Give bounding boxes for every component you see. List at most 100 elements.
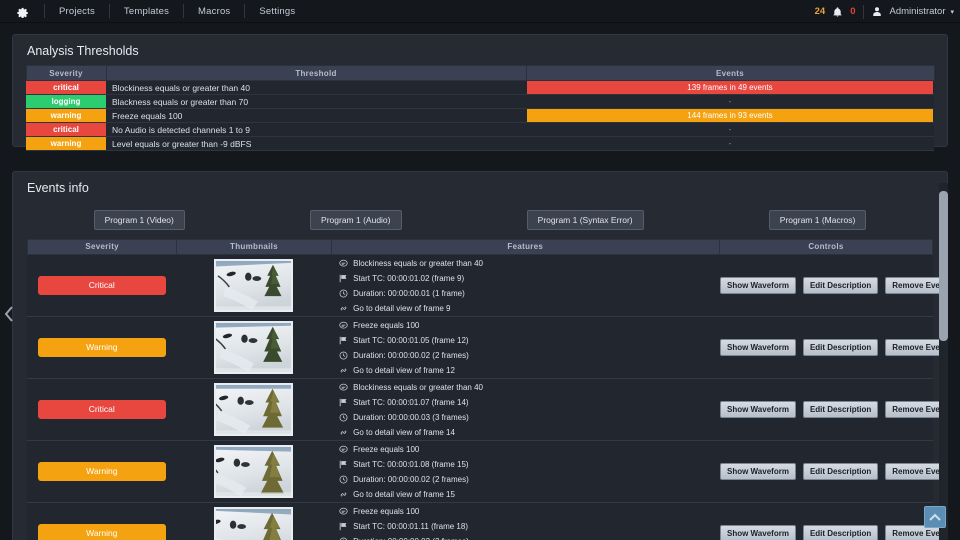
- feature-start-tc: Start TC: 00:00:01.05 (frame 12): [339, 333, 720, 348]
- events-info-panel: Events info Program 1 (Video) Program 1 …: [12, 171, 948, 540]
- status-badge: Warning: [37, 462, 166, 481]
- threshold-events-cell: 139 frames in 49 events: [526, 80, 934, 95]
- table-row: Warning Freeze equals 100 Start TC: 00:0…: [27, 317, 947, 379]
- events-info-title: Events info: [27, 181, 89, 195]
- threshold-row: warning Level equals or greater than -9 d…: [26, 136, 934, 151]
- feature-detail-link[interactable]: Go to detail view of frame 9: [339, 301, 720, 316]
- comment-icon: [339, 321, 348, 328]
- tab-program-1-audio[interactable]: Program 1 (Audio): [310, 210, 402, 230]
- threshold-row: critical No Audio is detected channels 1 …: [26, 122, 934, 137]
- flag-icon: [339, 336, 347, 344]
- threshold-row: logging Blackness equals or greater than …: [26, 94, 934, 109]
- scroll-to-top-button[interactable]: [924, 506, 946, 528]
- thumbnail-image: [216, 385, 292, 434]
- nav-link-templates[interactable]: Templates: [110, 0, 183, 23]
- feature-description: Blockiness equals or greater than 40: [339, 380, 720, 395]
- threshold-events-value: 139 frames in 49 events: [527, 81, 933, 94]
- thumbnail[interactable]: [214, 321, 294, 374]
- threshold-events-cell: 144 frames in 93 events: [526, 108, 934, 123]
- clock-icon: [339, 289, 348, 297]
- events-col-severity: Severity: [28, 240, 178, 254]
- chevron-up-icon: [929, 513, 941, 521]
- table-row: Critical Blockiness equals or greater th…: [27, 255, 947, 317]
- nav-link-settings[interactable]: Settings: [245, 0, 309, 23]
- topnav-right-cluster: 24 0 Administrator ▾: [815, 0, 954, 23]
- clock-icon: [339, 475, 348, 483]
- severity-badge: warning: [26, 109, 106, 122]
- nav-link-projects[interactable]: Projects: [45, 0, 109, 23]
- feature-detail-link[interactable]: Go to detail view of frame 14: [339, 425, 720, 440]
- link-icon: [340, 367, 347, 373]
- user-name[interactable]: Administrator: [890, 6, 946, 17]
- status-badge: Critical: [37, 276, 166, 295]
- feature-detail-link[interactable]: Go to detail view of frame 15: [339, 487, 720, 502]
- chevron-down-icon[interactable]: ▾: [950, 8, 954, 16]
- event-thumbnail-cell[interactable]: [177, 445, 332, 498]
- edit-description-button[interactable]: Edit Description: [802, 277, 879, 294]
- status-badge: Warning: [37, 524, 166, 540]
- event-controls-cell: Show Waveform Edit Description Remove Ev…: [720, 525, 947, 540]
- event-features-cell: Blockiness equals or greater than 40 Sta…: [331, 380, 720, 440]
- flag-icon: [339, 522, 347, 530]
- status-badge: Warning: [37, 338, 166, 357]
- event-features-cell: Blockiness equals or greater than 40 Sta…: [331, 256, 720, 316]
- event-thumbnail-cell[interactable]: [177, 507, 332, 540]
- feature-detail-link[interactable]: Go to detail view of frame 12: [339, 363, 720, 378]
- event-thumbnail-cell[interactable]: [177, 321, 332, 374]
- bell-icon[interactable]: [832, 6, 843, 18]
- thumbnail[interactable]: [214, 445, 294, 498]
- event-controls-cell: Show Waveform Edit Description Remove Ev…: [720, 401, 947, 418]
- chevron-left-icon: [4, 306, 13, 322]
- tab-program-1-syntax-error[interactable]: Program 1 (Syntax Error): [526, 210, 644, 230]
- link-icon: [340, 491, 347, 497]
- analysis-thresholds-panel: Analysis Thresholds Severity Threshold E…: [12, 34, 948, 151]
- threshold-col-severity: Severity: [25, 65, 107, 81]
- events-col-controls: Controls: [808, 242, 844, 251]
- clock-icon: [339, 413, 348, 421]
- event-thumbnail-cell[interactable]: [177, 383, 332, 436]
- thumbnail[interactable]: [214, 383, 294, 436]
- severity-badge: critical: [26, 123, 106, 136]
- event-features-cell: Freeze equals 100 Start TC: 00:00:01.08 …: [331, 442, 720, 502]
- feature-description: Freeze equals 100: [339, 442, 720, 457]
- show-waveform-button[interactable]: Show Waveform: [720, 463, 796, 480]
- tab-program-1-video[interactable]: Program 1 (Video): [93, 210, 185, 230]
- edit-description-button[interactable]: Edit Description: [802, 463, 879, 480]
- event-thumbnail-cell[interactable]: [177, 259, 332, 312]
- feature-duration: Duration: 00:00:00.02 (2 frames): [339, 472, 720, 487]
- show-waveform-button[interactable]: Show Waveform: [720, 339, 796, 356]
- tab-program-1-macros[interactable]: Program 1 (Macros): [768, 210, 867, 230]
- threshold-description: Freeze equals 100: [106, 108, 526, 123]
- nav-link-macros[interactable]: Macros: [184, 0, 244, 23]
- comment-icon: [339, 383, 348, 390]
- threshold-events-cell: -: [526, 136, 934, 151]
- threshold-events-value: -: [728, 125, 732, 134]
- thumbnail[interactable]: [214, 507, 294, 540]
- show-waveform-button[interactable]: Show Waveform: [720, 401, 796, 418]
- threshold-description: Level equals or greater than -9 dBFS: [106, 136, 526, 151]
- edit-description-button[interactable]: Edit Description: [802, 525, 879, 540]
- event-severity-cell: Critical: [27, 400, 177, 419]
- severity-badge: logging: [26, 95, 106, 108]
- nav-links: Projects Templates Macros Settings: [45, 0, 309, 22]
- sidebar-collapse-button[interactable]: [2, 303, 16, 325]
- events-scrollbar-thumb[interactable]: [939, 191, 948, 341]
- feature-start-tc: Start TC: 00:00:01.02 (frame 9): [339, 271, 720, 286]
- comment-icon: [339, 259, 348, 266]
- threshold-events-cell: -: [526, 122, 934, 137]
- gear-button[interactable]: [0, 5, 44, 18]
- edit-description-button[interactable]: Edit Description: [802, 401, 879, 418]
- severity-badge: warning: [26, 137, 106, 150]
- thumbnail[interactable]: [214, 259, 294, 312]
- feature-start-tc: Start TC: 00:00:01.08 (frame 15): [339, 457, 720, 472]
- status-badge: Critical: [37, 400, 166, 419]
- nav-divider: [862, 4, 864, 19]
- flag-icon: [339, 460, 347, 468]
- table-row: Critical Blockiness equals or greater th…: [27, 379, 947, 441]
- show-waveform-button[interactable]: Show Waveform: [720, 277, 796, 294]
- edit-description-button[interactable]: Edit Description: [802, 339, 879, 356]
- show-waveform-button[interactable]: Show Waveform: [720, 525, 796, 540]
- page-body: Analysis Thresholds Severity Threshold E…: [0, 23, 960, 540]
- threshold-col-threshold: Threshold: [105, 65, 527, 81]
- flag-icon: [339, 398, 347, 406]
